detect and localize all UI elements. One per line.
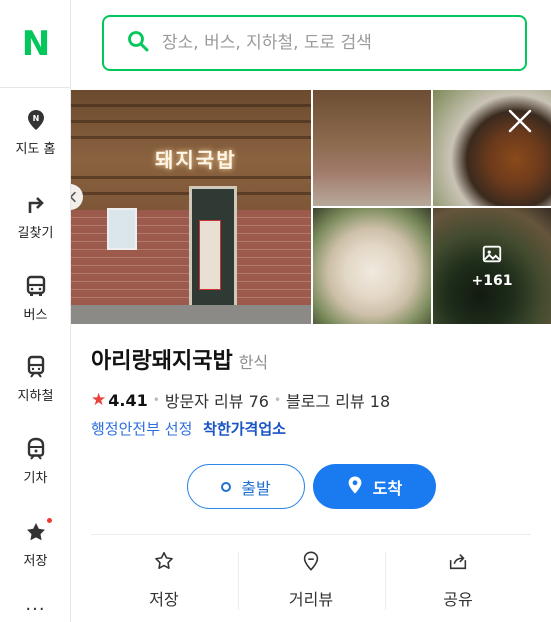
- naver-logo[interactable]: N: [0, 0, 71, 88]
- svg-text:N: N: [32, 114, 39, 123]
- location-pin-icon: [347, 476, 373, 498]
- rail-item-train[interactable]: 기차: [0, 437, 71, 507]
- place-header: 아리랑돼지국밥 한식: [91, 343, 531, 375]
- cert-issuer: 행정안전부 선정: [91, 420, 193, 438]
- divider: [91, 534, 531, 535]
- search-box[interactable]: [102, 15, 527, 71]
- photo-prev-button[interactable]: [71, 184, 83, 210]
- review-stats: ★ 4.41 • 방문자 리뷰 76 • 블로그 리뷰 18: [91, 388, 390, 412]
- photo-more[interactable]: +161: [433, 208, 551, 324]
- logo-text: N: [21, 23, 50, 64]
- store-sign: 돼지국밥: [155, 148, 237, 172]
- rail-label: 저장: [23, 554, 48, 569]
- rail-label: 지도 홈: [15, 142, 56, 157]
- save-action-button[interactable]: 저장: [91, 550, 237, 610]
- subway-icon: [24, 355, 48, 379]
- arrive-label: 도착: [372, 478, 403, 498]
- store-banner: [199, 220, 221, 290]
- blog-reviews-link[interactable]: 블로그 리뷰 18: [286, 388, 390, 412]
- rail-label: 지하철: [17, 389, 54, 404]
- rating-value: 4.41: [108, 390, 148, 410]
- arrive-button[interactable]: 도착: [313, 464, 436, 509]
- share-button[interactable]: 공유: [385, 550, 531, 610]
- place-category: 한식: [238, 353, 269, 372]
- star-outline-icon: [153, 550, 175, 576]
- depart-label: 출발: [241, 478, 271, 498]
- street-view-button[interactable]: 거리뷰: [238, 550, 384, 610]
- notification-dot: [46, 518, 52, 523]
- more-menu-icon[interactable]: ···: [0, 601, 71, 619]
- depart-ring-icon: [221, 481, 232, 492]
- search-icon: [126, 29, 150, 57]
- photo-table-spread[interactable]: [433, 90, 551, 206]
- photo-more-overlay: +161: [433, 208, 551, 324]
- action-label: 공유: [443, 590, 473, 609]
- photo-pork-dish[interactable]: [313, 208, 431, 324]
- star-saved-icon: [24, 518, 52, 544]
- rail-item-map-home[interactable]: N 지도 홈: [0, 108, 71, 178]
- image-gallery-icon: [481, 243, 503, 269]
- depart-button[interactable]: 출발: [187, 464, 305, 509]
- action-label: 저장: [149, 590, 179, 609]
- train-icon: [24, 437, 48, 461]
- separator: •: [152, 393, 160, 407]
- rail-item-saved[interactable]: 저장: [0, 518, 71, 590]
- rail-label: 기차: [23, 471, 48, 486]
- rail-item-subway[interactable]: 지하철: [0, 355, 71, 425]
- window: [107, 208, 137, 250]
- place-name[interactable]: 아리랑돼지국밥: [91, 343, 233, 375]
- street-view-pin-icon: [300, 550, 322, 576]
- left-rail: N N 지도 홈 길찾기 버스 지하철 기차 저장 ···: [0, 0, 71, 622]
- action-label: 거리뷰: [288, 590, 334, 609]
- close-icon[interactable]: [507, 108, 533, 134]
- photo-storefront[interactable]: 돼지국밥: [71, 90, 311, 324]
- sidewalk: [71, 305, 311, 324]
- rail-label: 길찾기: [17, 226, 54, 241]
- bus-icon: [24, 274, 48, 298]
- cert-badge[interactable]: 착한가격업소: [203, 420, 286, 438]
- rail-item-directions[interactable]: 길찾기: [0, 192, 71, 262]
- map-home-pin-icon: N: [24, 108, 48, 132]
- directions-arrow-icon: [24, 192, 48, 216]
- share-icon: [447, 550, 469, 576]
- rail-label: 버스: [23, 308, 48, 323]
- photo-gallery: 돼지국밥 +161: [71, 90, 551, 324]
- separator: •: [273, 393, 282, 407]
- visitor-reviews-link[interactable]: 방문자 리뷰 76: [165, 388, 269, 412]
- rating-star-icon: ★: [91, 390, 107, 410]
- search-input[interactable]: [162, 33, 492, 53]
- photo-count: +161: [471, 273, 513, 289]
- rail-item-bus[interactable]: 버스: [0, 274, 71, 344]
- photo-interior[interactable]: [313, 90, 431, 206]
- certification: 행정안전부 선정 착한가격업소: [91, 418, 286, 439]
